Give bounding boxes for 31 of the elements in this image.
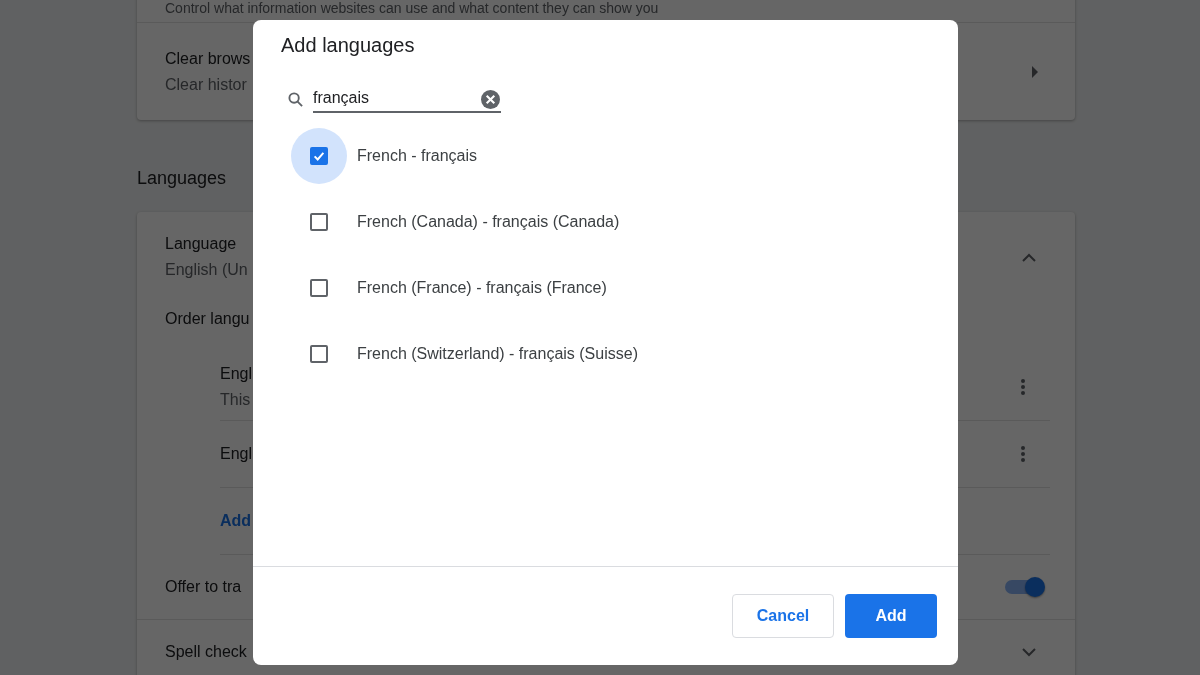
row-subtitle: Clear histor	[165, 75, 248, 94]
add-button[interactable]: Add	[845, 594, 937, 638]
row-title: Spell check	[165, 643, 247, 661]
language-name: Engl	[220, 365, 253, 383]
arrow-right-icon[interactable]	[1031, 65, 1039, 78]
checkbox[interactable]	[310, 345, 328, 363]
checkbox[interactable]	[310, 213, 328, 231]
clear-icon[interactable]	[481, 89, 500, 109]
language-note: This	[220, 391, 252, 409]
row-subtitle: Control what information websites can use and what content they can show you	[165, 0, 659, 16]
row-title: Clear brows	[165, 49, 251, 68]
search-icon	[288, 91, 303, 107]
search-field[interactable]: français	[288, 85, 534, 113]
more-icon[interactable]	[1021, 379, 1025, 395]
language-name: Engl	[220, 445, 253, 463]
checkbox[interactable]	[310, 279, 328, 297]
chevron-icon[interactable]	[1021, 252, 1037, 262]
row-subtitle: English (Un	[165, 261, 248, 279]
language-option[interactable]: French (Switzerland) - français (Suisse)	[357, 345, 638, 363]
chevron-icon[interactable]	[1021, 647, 1037, 657]
language-option[interactable]: French (Canada) - français (Canada)	[357, 213, 620, 231]
cancel-button[interactable]: Cancel	[732, 594, 834, 638]
row-title: Offer to tra	[165, 578, 242, 596]
language-option[interactable]: French (France) - français (France)	[357, 279, 607, 297]
section-heading: Languages	[137, 168, 228, 188]
row-title: Order langu	[165, 310, 250, 328]
more-icon[interactable]	[1021, 446, 1025, 462]
row-title: Language	[165, 235, 238, 253]
checkbox[interactable]	[310, 147, 328, 165]
dialog-title: Add languages	[281, 34, 416, 58]
language-option[interactable]: French - français	[357, 147, 478, 165]
